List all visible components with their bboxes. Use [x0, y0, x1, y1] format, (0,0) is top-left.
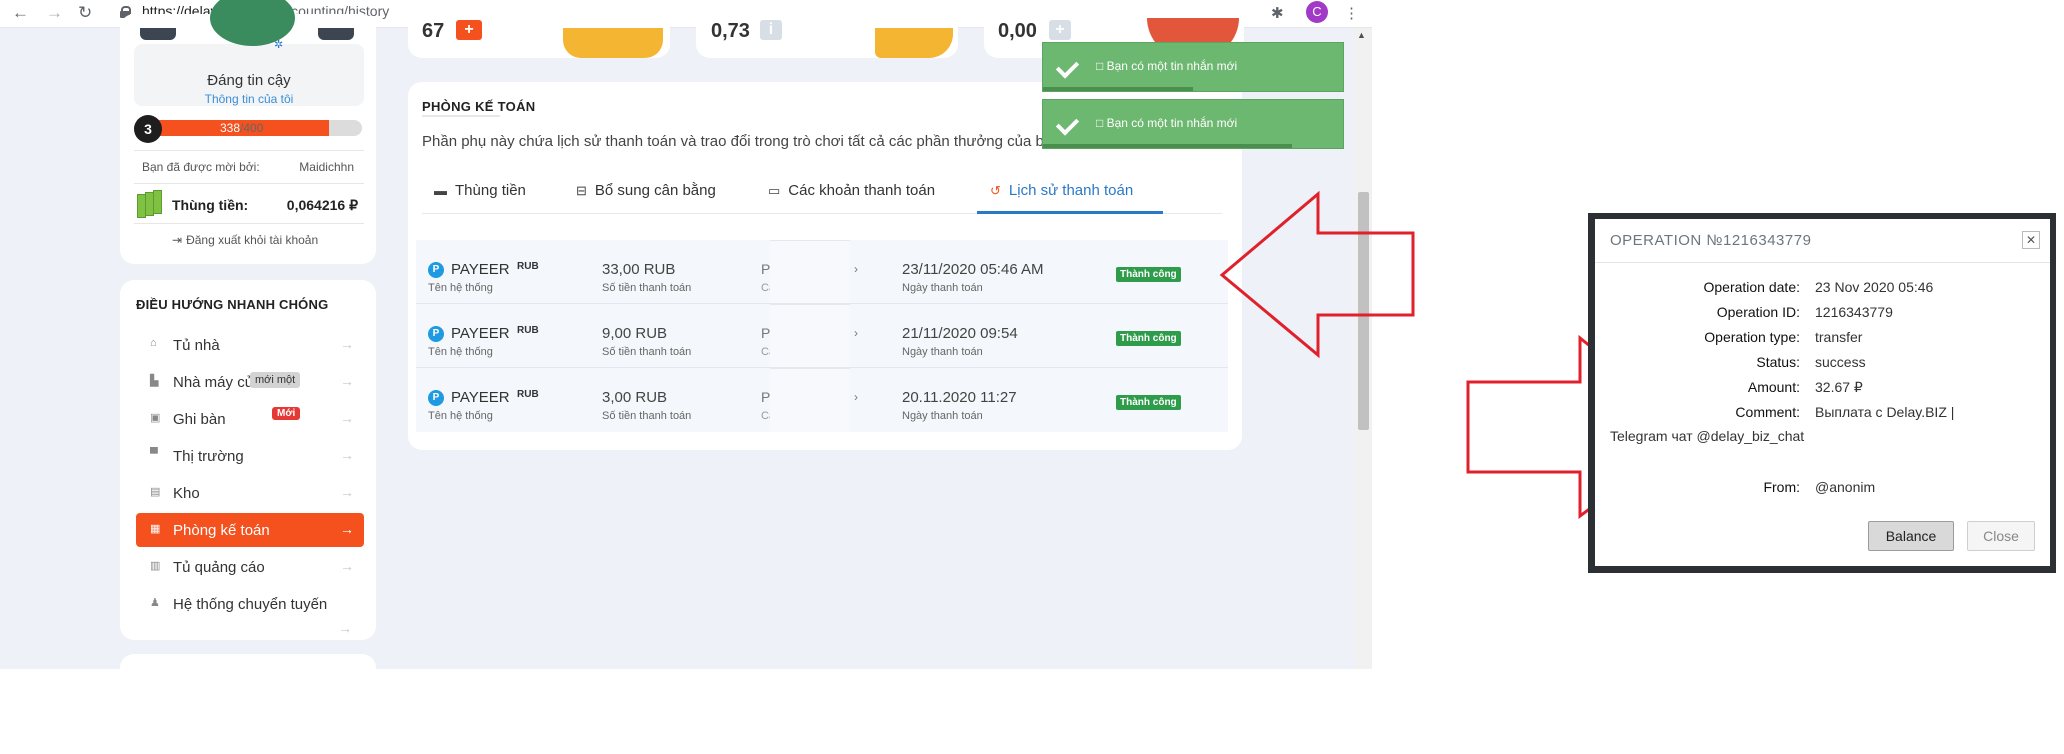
field-value: success — [1815, 354, 1866, 370]
field-value: 32.67 ₽ — [1815, 379, 1863, 395]
field-value: 1216343779 — [1815, 304, 1893, 320]
arrow-left-annotation — [1219, 190, 1415, 359]
close-button[interactable]: Close — [1967, 521, 2035, 551]
dialog-divider — [1595, 262, 2050, 263]
field-label: Comment: — [1735, 404, 1800, 420]
field-value: @anonim — [1815, 479, 1876, 495]
comment-continuation: Telegram чат @delay_biz_chat — [1610, 428, 1805, 444]
dialog-title: OPERATION №1216343779 — [1610, 232, 1812, 249]
screenshot: ← → ↻ https://delay.biz/cabinet/counting… — [0, 0, 2064, 754]
field-label: Operation type: — [1704, 329, 1800, 345]
field-value: 23 Nov 2020 05:46 — [1815, 279, 1934, 295]
balance-button[interactable]: Balance — [1868, 521, 1954, 551]
close-icon[interactable]: ✕ — [2022, 231, 2040, 249]
field-value: transfer — [1815, 329, 1863, 345]
field-label: Status: — [1756, 354, 1800, 370]
field-label: Operation ID: — [1716, 304, 1800, 320]
field-label: Operation date: — [1703, 279, 1800, 295]
field-label: From: — [1763, 479, 1800, 495]
field-label: Amount: — [1747, 379, 1800, 395]
field-value: Выплата с Delay.BIZ | — [1815, 404, 1955, 420]
